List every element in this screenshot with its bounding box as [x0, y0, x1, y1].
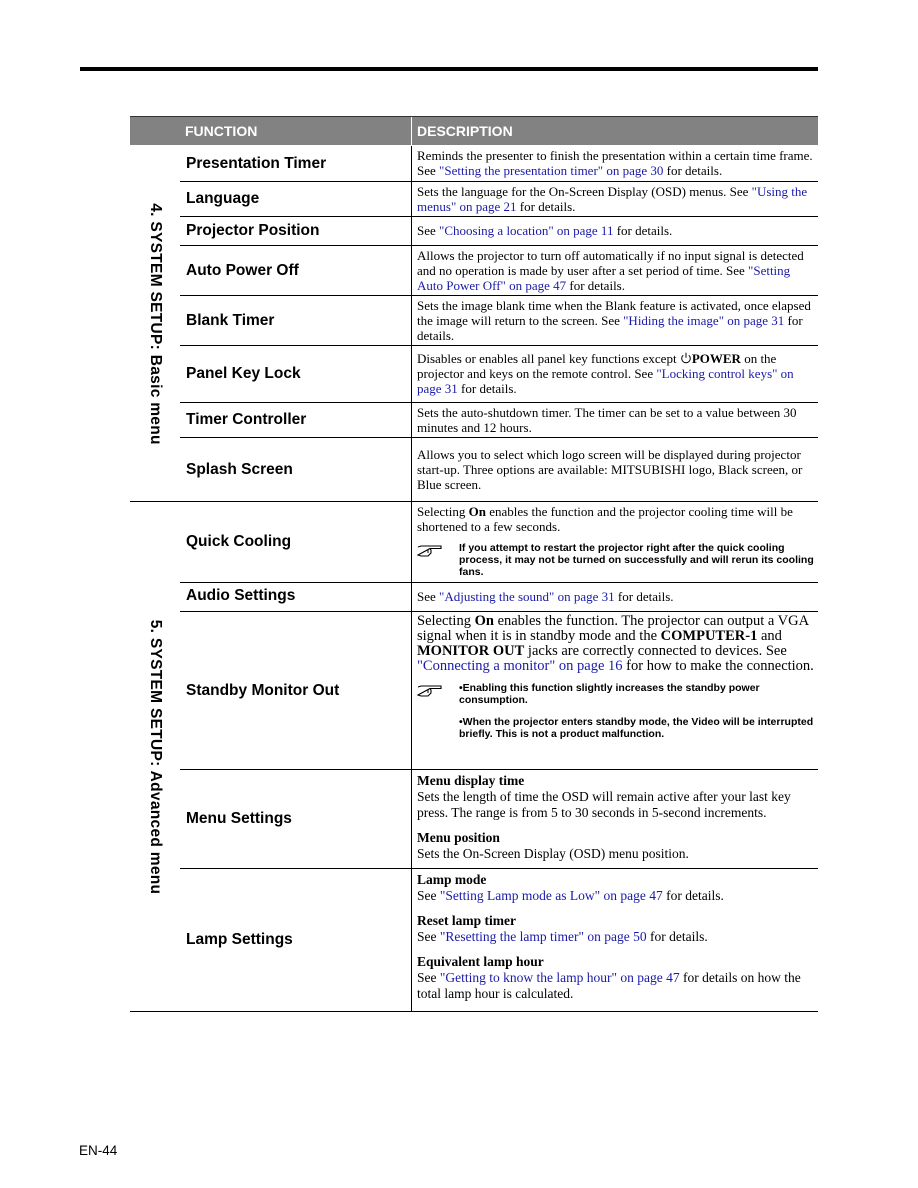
- link-connecting-monitor[interactable]: "Connecting a monitor" on page 16: [417, 658, 623, 674]
- table-row-menu-settings: Menu Settings Menu display time Sets the…: [180, 769, 818, 868]
- link-lamp-hour[interactable]: "Getting to know the lamp hour" on page …: [440, 970, 680, 985]
- link-adjusting-sound[interactable]: "Adjusting the sound" on page 31: [439, 589, 615, 604]
- description: Reminds the presenter to finish the pres…: [417, 148, 813, 178]
- function-name: Language: [180, 182, 412, 216]
- function-name: Projector Position: [180, 217, 412, 245]
- function-name: Lamp Settings: [180, 869, 412, 1011]
- link-presentation-timer[interactable]: "Setting the presentation timer" on page…: [439, 163, 663, 178]
- note: •Enabling this function slightly increas…: [416, 682, 814, 740]
- description: Sets the image blank time when the Blank…: [417, 297, 811, 343]
- function-table: FUNCTION DESCRIPTION 4. SYSTEM SETUP: Ba…: [130, 116, 818, 1012]
- description: Allows you to select which logo screen w…: [417, 446, 803, 492]
- description: Menu display time Sets the length of tim…: [412, 770, 818, 868]
- section-advanced-menu: 5. SYSTEM SETUP: Advanced menu Quick Coo…: [130, 502, 818, 1012]
- page-number: EN-44: [79, 1143, 118, 1158]
- link-choosing-location[interactable]: "Choosing a location" on page 11: [439, 223, 613, 238]
- subheading: Lamp mode: [417, 872, 487, 887]
- table-row-timer-controller: Timer Controller Sets the auto-shutdown …: [180, 402, 818, 437]
- description: Selecting On enables the function and th…: [416, 504, 814, 578]
- table-row-panel-key-lock: Panel Key Lock Disables or enables all p…: [180, 345, 818, 402]
- description: See "Choosing a location" on page 11 for…: [417, 223, 673, 238]
- header-section-cell: [130, 117, 180, 145]
- table-row-projector-position: Projector Position See "Choosing a locat…: [180, 216, 818, 245]
- table-row-auto-power-off: Auto Power Off Allows the projector to t…: [180, 245, 818, 295]
- subheading: Menu position: [417, 830, 500, 845]
- header-description: DESCRIPTION: [417, 123, 513, 139]
- header-function: FUNCTION: [180, 117, 412, 145]
- note-text: •Enabling this function slightly increas…: [459, 682, 814, 740]
- link-hiding-image[interactable]: "Hiding the image" on page 31: [623, 313, 784, 328]
- function-name: Blank Timer: [180, 296, 412, 345]
- section-basic-menu: 4. SYSTEM SETUP: Basic menu Presentation…: [130, 146, 818, 502]
- section-title-advanced: 5. SYSTEM SETUP: Advanced menu: [147, 619, 164, 894]
- description: Sets the language for the On-Screen Disp…: [417, 183, 808, 214]
- description: Selecting On enables the function. The p…: [416, 613, 814, 740]
- function-name: Standby Monitor Out: [180, 612, 412, 769]
- top-rule: [80, 67, 818, 71]
- table-row-presentation-timer: Presentation Timer Reminds the presenter…: [180, 146, 818, 181]
- subheading: Equivalent lamp hour: [417, 954, 544, 969]
- function-name: Panel Key Lock: [180, 346, 412, 402]
- function-name: Auto Power Off: [180, 246, 412, 295]
- link-reset-lamp-timer[interactable]: "Resetting the lamp timer" on page 50: [440, 929, 647, 944]
- description: Disables or enables all panel key functi…: [417, 351, 794, 396]
- table-row-splash-screen: Splash Screen Allows you to select which…: [180, 437, 818, 501]
- note: If you attempt to restart the projector …: [416, 542, 814, 578]
- description: Sets the auto-shutdown timer. The timer …: [417, 404, 797, 435]
- table-row-quick-cooling: Quick Cooling Selecting On enables the f…: [180, 502, 818, 582]
- function-name: Presentation Timer: [180, 146, 412, 181]
- section-label-advanced: 5. SYSTEM SETUP: Advanced menu: [130, 502, 180, 1011]
- function-name: Menu Settings: [180, 770, 412, 868]
- table-header: FUNCTION DESCRIPTION: [130, 116, 818, 146]
- hand-pointer-icon: [416, 685, 442, 697]
- description: Lamp mode See "Setting Lamp mode as Low"…: [412, 869, 818, 1011]
- table-row-language: Language Sets the language for the On-Sc…: [180, 181, 818, 216]
- subheading: Reset lamp timer: [417, 913, 516, 928]
- description: See "Adjusting the sound" on page 31 for…: [417, 589, 674, 604]
- subheading: Menu display time: [417, 773, 525, 788]
- table-row-standby-monitor-out: Standby Monitor Out Selecting On enables…: [180, 611, 818, 769]
- note-text: If you attempt to restart the projector …: [459, 542, 814, 578]
- link-lamp-mode[interactable]: "Setting Lamp mode as Low" on page 47: [440, 888, 663, 903]
- function-name: Splash Screen: [180, 438, 412, 501]
- function-name: Audio Settings: [180, 583, 412, 611]
- table-row-blank-timer: Blank Timer Sets the image blank time wh…: [180, 295, 818, 345]
- description: Allows the projector to turn off automat…: [417, 247, 804, 293]
- function-name: Quick Cooling: [180, 502, 412, 582]
- function-name: Timer Controller: [180, 403, 412, 437]
- section-title-basic: 4. SYSTEM SETUP: Basic menu: [147, 202, 164, 445]
- hand-pointer-icon: [416, 545, 442, 557]
- power-icon: [681, 352, 691, 364]
- table-row-lamp-settings: Lamp Settings Lamp mode See "Setting Lam…: [180, 868, 818, 1011]
- table-row-audio-settings: Audio Settings See "Adjusting the sound"…: [180, 582, 818, 611]
- section-label-basic: 4. SYSTEM SETUP: Basic menu: [130, 146, 180, 501]
